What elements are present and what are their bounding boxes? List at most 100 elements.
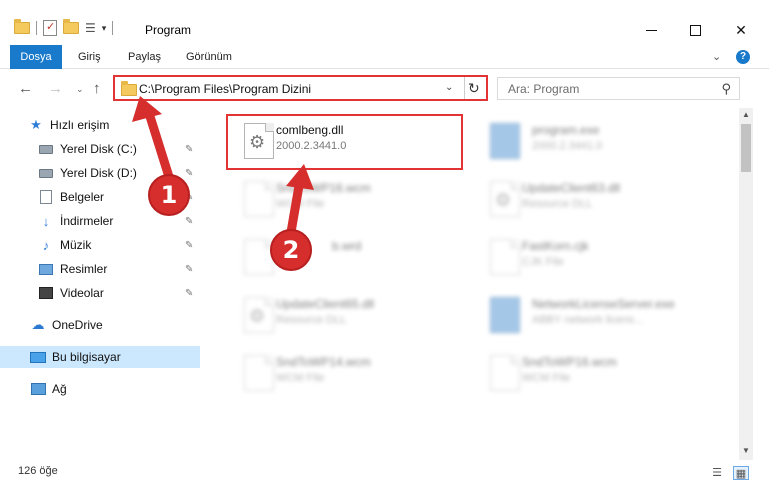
file-name: NetworkLicenseServer.exe (532, 297, 675, 311)
scroll-down-icon[interactable]: ▼ (742, 446, 750, 455)
file-item[interactable]: SndToWP14.wcm WCM File (226, 346, 466, 400)
sidebar-item-videos[interactable]: Videolar ✎ (0, 282, 200, 304)
music-icon: ♪ (42, 237, 50, 253)
file-item[interactable]: b.wrd (226, 230, 466, 284)
recent-locations-icon[interactable]: ⌄ (76, 84, 84, 95)
file-details: 2000.2.3441.0 (532, 140, 603, 152)
file-item[interactable]: SndToWP16.wcm WCM File (226, 172, 466, 226)
sidebar-item-disk-c[interactable]: Yerel Disk (C:) ✎ (0, 138, 200, 160)
exe-file-icon (490, 123, 520, 159)
file-details: ABBY network licens... (532, 314, 644, 326)
download-icon: ↓ (42, 213, 50, 229)
scroll-up-icon[interactable]: ▲ (742, 110, 750, 119)
search-placeholder: Ara: Program (508, 82, 580, 96)
sidebar-item-label: Bu bilgisayar (52, 350, 121, 364)
pin-icon[interactable]: ✎ (185, 144, 193, 155)
back-button[interactable]: ← (18, 80, 33, 97)
minimize-button[interactable] (628, 15, 674, 45)
file-name: UpdateClient65.dll (276, 297, 375, 311)
dll-file-icon: ⚙ (244, 297, 274, 333)
properties-icon[interactable] (43, 20, 57, 36)
tab-share[interactable]: Paylaş (128, 45, 161, 69)
disk-icon (39, 144, 53, 154)
sidebar-item-music[interactable]: ♪ Müzik ✎ (0, 234, 200, 256)
gear-icon: ⚙ (249, 306, 266, 326)
pin-icon[interactable]: ✎ (185, 240, 193, 251)
search-icon[interactable]: ⚲ (721, 81, 731, 97)
quick-access-toolbar: ☰ ▾ (14, 19, 114, 36)
sidebar-item-this-pc[interactable]: Bu bilgisayar (0, 346, 200, 368)
file-item[interactable]: ⚙ UpdateClient63.dll Resource DLL (472, 172, 712, 226)
sidebar-item-network[interactable]: Ağ (0, 378, 200, 400)
file-details: WCM File (522, 372, 571, 384)
address-path[interactable]: C:\Program Files\Program Dizini (139, 82, 311, 96)
sidebar-item-label: OneDrive (52, 318, 103, 332)
toolbar-separator (36, 21, 37, 35)
file-details: Resource DLL (276, 314, 347, 326)
address-bar[interactable]: C:\Program Files\Program Dizini ⌄ ↻ (113, 75, 488, 101)
address-separator (464, 77, 465, 99)
toolbar-dropdown-icon[interactable]: ▾ (102, 23, 107, 34)
tab-home[interactable]: Giriş (78, 45, 101, 69)
network-icon (30, 383, 46, 395)
sidebar-item-label: Müzik (60, 238, 92, 252)
customize-toolbar-icon[interactable]: ☰ (85, 21, 96, 35)
sidebar-item-label: Yerel Disk (C:) (60, 142, 137, 156)
pin-icon[interactable]: ✎ (185, 264, 193, 275)
vertical-scrollbar[interactable]: ▲ ▼ (739, 108, 753, 460)
file-item[interactable]: SndToWP16.wcm WCM File (472, 346, 712, 400)
sidebar-item-quick-access[interactable]: ★ Hızlı erişim (28, 114, 200, 136)
pin-icon[interactable]: ✎ (185, 216, 193, 227)
sidebar-item-label: Yerel Disk (D:) (60, 166, 137, 180)
maximize-icon (689, 24, 701, 36)
sidebar-item-pictures[interactable]: Resimler ✎ (0, 258, 200, 280)
sidebar-item-label: Belgeler (60, 190, 105, 204)
sidebar-item-onedrive[interactable]: ☁ OneDrive (0, 314, 200, 336)
details-view-icon[interactable]: ☰ (709, 466, 725, 480)
large-icons-view-icon[interactable]: ▦ (733, 466, 749, 480)
file-icon (244, 355, 274, 391)
cloud-icon: ☁ (31, 317, 45, 332)
tab-file[interactable]: Dosya (10, 45, 62, 69)
file-list: ⚙ comlbeng.dll 2000.2.3441.0 program.exe… (210, 108, 740, 454)
file-name: SndToWP16.wcm (522, 355, 617, 369)
maximize-button[interactable] (672, 15, 718, 45)
file-name: SndToWP16.wcm (276, 181, 371, 195)
expand-ribbon-icon[interactable]: ⌄ (712, 50, 721, 63)
file-icon (244, 239, 274, 275)
address-dropdown-icon[interactable]: ⌄ (445, 82, 453, 93)
toolbar-separator (112, 21, 114, 35)
callout-badge-1: 1 (148, 174, 190, 216)
file-item[interactable]: ⚙ UpdateClient65.dll Resource DLL (226, 288, 466, 342)
help-icon[interactable]: ? (736, 50, 750, 64)
file-details: Resource DLL (522, 198, 593, 210)
file-item[interactable]: FastKorn.cjk CJK File (472, 230, 712, 284)
file-item-program-exe[interactable]: program.exe 2000.2.3441.0 (472, 114, 712, 168)
scrollbar-thumb[interactable] (741, 124, 751, 172)
search-input[interactable]: Ara: Program ⚲ (497, 77, 740, 100)
new-folder-icon[interactable] (63, 19, 79, 34)
address-row: ← → ⌄ ↑ C:\Program Files\Program Dizini … (0, 70, 769, 106)
forward-button[interactable]: → (48, 80, 63, 97)
sidebar-item-label: Ağ (52, 382, 67, 396)
close-icon: ✕ (735, 21, 747, 38)
pin-icon[interactable]: ✎ (185, 288, 193, 299)
file-icon (490, 355, 520, 391)
file-details: CJK File (522, 256, 564, 268)
callout-badge-2: 2 (270, 229, 312, 271)
file-icon (244, 181, 274, 217)
file-item[interactable]: NetworkLicenseServer.exe ABBY network li… (472, 288, 712, 342)
file-name: program.exe (532, 123, 600, 137)
pin-icon[interactable]: ✎ (185, 168, 193, 179)
close-button[interactable]: ✕ (718, 15, 764, 45)
refresh-icon[interactable]: ↻ (468, 80, 480, 97)
up-button[interactable]: ↑ (93, 80, 101, 97)
file-details: WCM File (276, 372, 325, 384)
pictures-icon (39, 263, 53, 275)
tab-view[interactable]: Görünüm (186, 45, 232, 69)
window-title: Program (145, 23, 192, 37)
sidebar-item-label: İndirmeler (60, 214, 114, 228)
exe-file-icon (490, 297, 520, 333)
navigation-pane: ★ Hızlı erişim Yerel Disk (C:) ✎ Yerel D… (0, 108, 205, 460)
file-name: b.wrd (332, 239, 362, 253)
